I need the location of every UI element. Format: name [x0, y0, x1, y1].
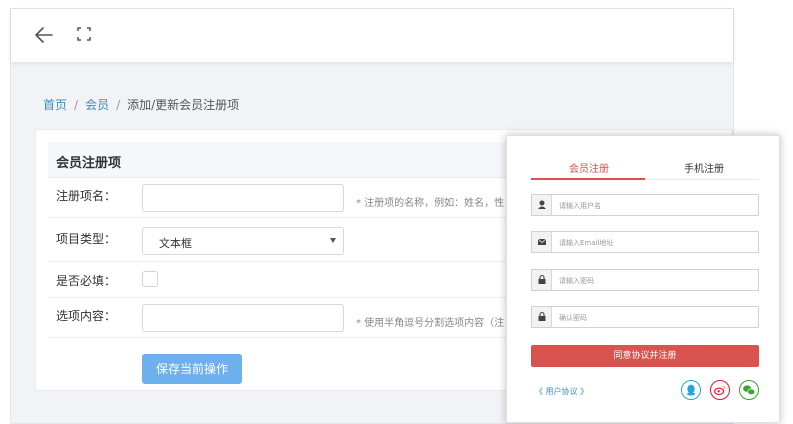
- email-placeholder: 请输入Email地址: [559, 239, 614, 247]
- tab-member-register[interactable]: 会员注册: [569, 160, 609, 175]
- name-hint: * 注册项的名称，例如：姓名，性: [356, 198, 505, 209]
- chevron-down-icon: [330, 238, 336, 243]
- type-select-value: 文本框: [159, 237, 192, 250]
- breadcrumb-separator: /: [74, 98, 79, 112]
- tab-phone-register[interactable]: 手机注册: [684, 160, 724, 175]
- page: 首页 / 会员 / 添加/更新会员注册项 会员注册项 注册项名： * 注册项的名称，例如…: [0, 0, 793, 424]
- register-tabs: 会员注册 手机注册: [531, 154, 759, 180]
- breadcrumb: 首页 / 会员 / 添加/更新会员注册项: [43, 96, 239, 113]
- wechat-icon[interactable]: [739, 380, 759, 400]
- register-popup: 会员注册 手机注册 请输入用户名 请输入Email地址 请输入密码 确认密码 同…: [506, 135, 780, 423]
- user-icon: [532, 195, 552, 215]
- breadcrumb-members[interactable]: 会员: [85, 98, 109, 112]
- arrow-left-icon[interactable]: [33, 24, 55, 46]
- options-label: 选项内容：: [56, 309, 117, 323]
- agree-register-button[interactable]: 同意协议并注册: [531, 345, 759, 367]
- email-field[interactable]: 请输入Email地址: [531, 231, 759, 253]
- active-tab-indicator: [531, 178, 645, 180]
- required-checkbox[interactable]: [142, 271, 158, 287]
- breadcrumb-current: 添加/更新会员注册项: [127, 98, 240, 112]
- top-bar: [11, 9, 733, 62]
- required-label: 是否必填：: [56, 274, 117, 288]
- user-agreement-link[interactable]: 《 用户协议 》: [535, 386, 588, 397]
- password-field[interactable]: 请输入密码: [531, 269, 759, 291]
- qq-icon[interactable]: [681, 380, 701, 400]
- save-button[interactable]: 保存当前操作: [142, 354, 242, 384]
- fullscreen-icon[interactable]: [76, 26, 92, 42]
- name-input[interactable]: [142, 184, 344, 212]
- envelope-icon: [532, 232, 552, 252]
- password-placeholder: 请输入密码: [559, 277, 594, 285]
- lock-icon: [532, 270, 552, 290]
- card-title: 会员注册项: [56, 156, 122, 171]
- weibo-icon[interactable]: [710, 380, 730, 400]
- options-hint: * 使用半角逗号分割选项内容（注: [356, 318, 505, 329]
- lock-icon: [532, 307, 552, 327]
- username-placeholder: 请输入用户名: [559, 202, 601, 210]
- confirm-password-field[interactable]: 确认密码: [531, 306, 759, 328]
- name-label: 注册项名：: [56, 189, 117, 203]
- type-select[interactable]: 文本框: [142, 227, 344, 255]
- breadcrumb-separator: /: [116, 98, 121, 112]
- breadcrumb-home[interactable]: 首页: [43, 98, 67, 112]
- type-label: 项目类型：: [56, 232, 117, 246]
- username-field[interactable]: 请输入用户名: [531, 194, 759, 216]
- options-input[interactable]: [142, 304, 344, 332]
- confirm-password-placeholder: 确认密码: [559, 314, 587, 322]
